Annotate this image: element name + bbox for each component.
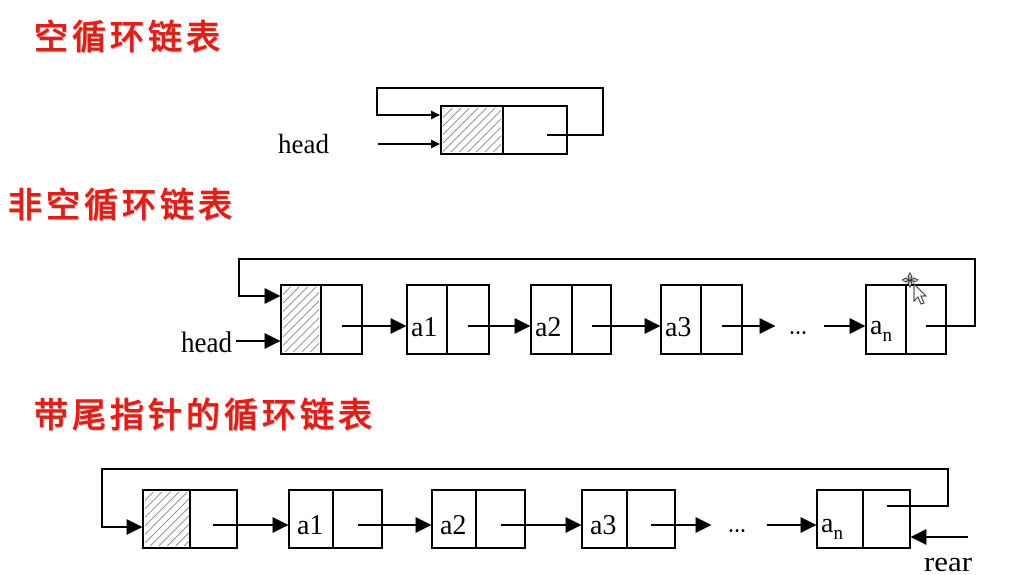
- empty-head-node: [440, 105, 568, 155]
- nonempty-node-label-2: a2: [535, 312, 561, 343]
- empty-list-diagram: [376, 87, 604, 155]
- tail-rear-label: rear: [924, 546, 972, 575]
- tail-head-node: [142, 489, 238, 549]
- linked-list-diagram: head head a1 a2 a3 ... an a1 a2 a3 ... a…: [101, 87, 976, 575]
- nonempty-ellipsis: ...: [789, 314, 807, 340]
- nonempty-head-node: [280, 284, 363, 355]
- tail-node-label-3: a3: [590, 510, 616, 541]
- tail-ellipsis: ...: [728, 512, 746, 538]
- empty-head-label: head: [278, 129, 329, 159]
- nonempty-node-label-1: a1: [411, 312, 437, 343]
- mouse-cursor-icon: [902, 271, 928, 305]
- nonempty-list-diagram: [236, 258, 976, 355]
- nonempty-head-label: head: [181, 326, 232, 359]
- tail-node-label-2: a2: [440, 510, 466, 541]
- nonempty-node-label-3: a3: [665, 312, 691, 343]
- tail-node-label-1: a1: [297, 510, 323, 541]
